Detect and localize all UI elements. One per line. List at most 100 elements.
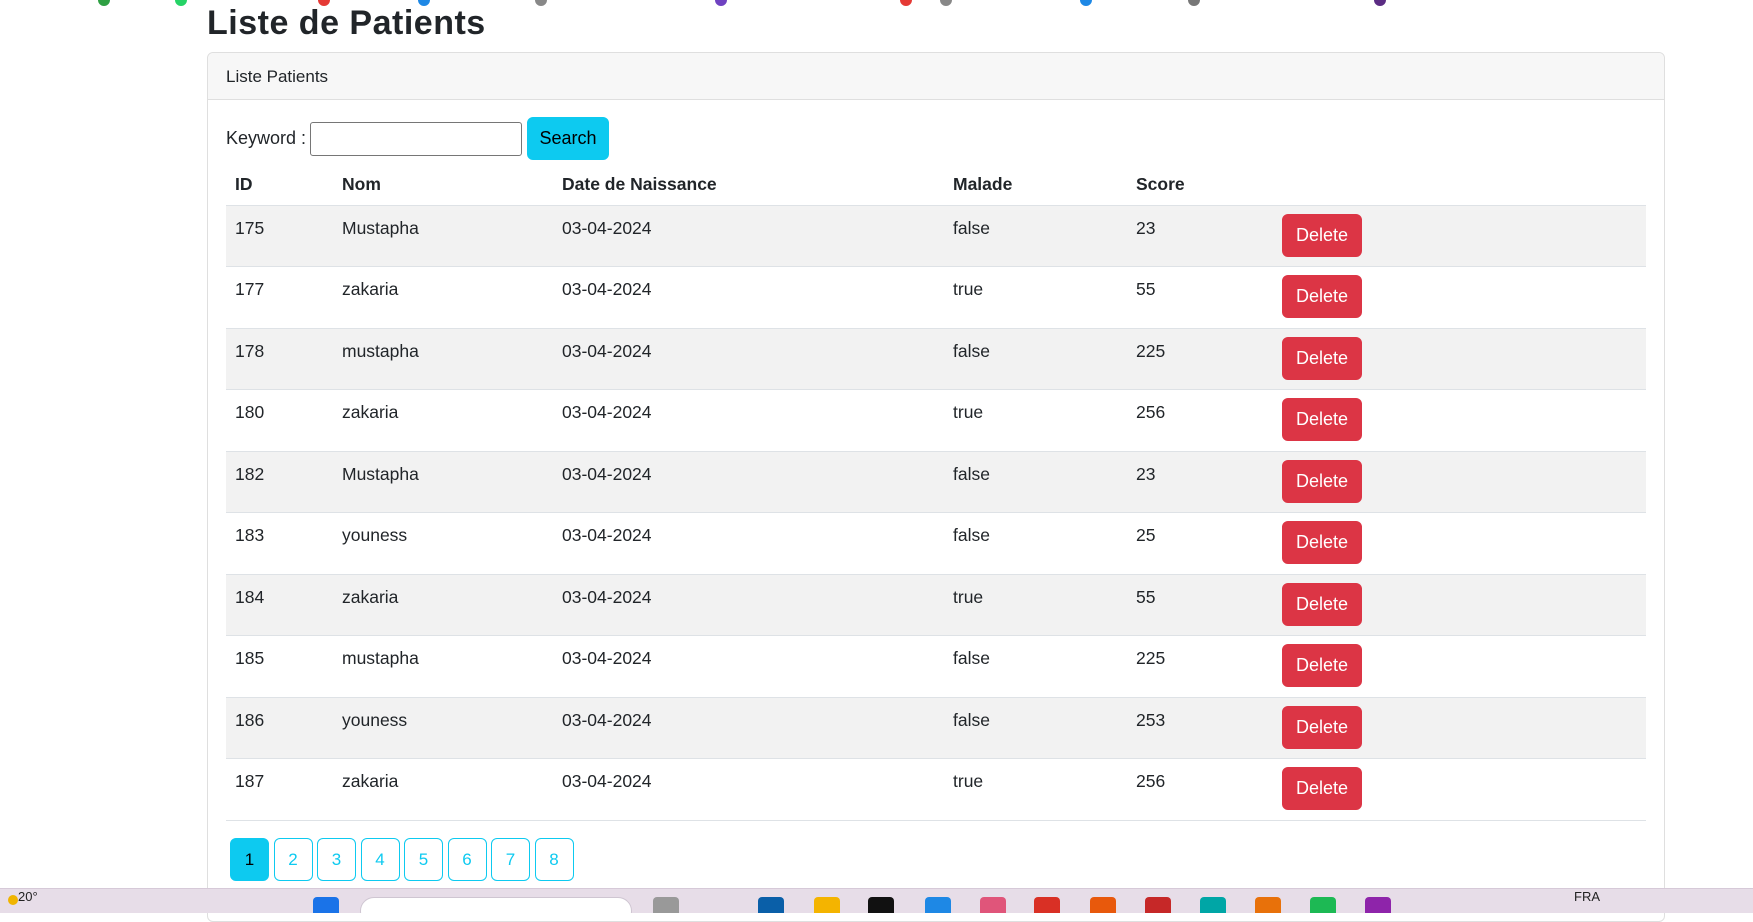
app-icon[interactable] bbox=[1365, 897, 1391, 913]
page-button-5[interactable]: 5 bbox=[404, 838, 443, 881]
table-row: 178 mustapha 03-04-2024 false 225 Delete bbox=[226, 328, 1646, 390]
cell-nom: zakaria bbox=[333, 389, 553, 452]
file-explorer-icon[interactable] bbox=[814, 897, 840, 913]
cell-score: 55 bbox=[1127, 574, 1273, 636]
cell-date-naissance: 03-04-2024 bbox=[553, 451, 944, 513]
delete-button[interactable]: Delete bbox=[1282, 644, 1362, 687]
delete-button[interactable]: Delete bbox=[1282, 767, 1362, 810]
app-icon[interactable] bbox=[1255, 897, 1281, 913]
cell-actions: Delete bbox=[1273, 758, 1646, 821]
cell-id: 182 bbox=[226, 451, 333, 513]
cell-id: 184 bbox=[226, 574, 333, 636]
search-form: Keyword : Search bbox=[226, 117, 610, 160]
cell-date-naissance: 03-04-2024 bbox=[553, 205, 944, 267]
page-button-1[interactable]: 1 bbox=[230, 838, 269, 881]
whatsapp-icon[interactable] bbox=[175, 0, 187, 6]
bookmark-icon[interactable] bbox=[1080, 0, 1092, 6]
cell-date-naissance: 03-04-2024 bbox=[553, 574, 944, 636]
cell-id: 185 bbox=[226, 635, 333, 698]
cell-nom: Mustapha bbox=[333, 205, 553, 267]
cell-malade: false bbox=[944, 451, 1127, 513]
table-row: 185 mustapha 03-04-2024 false 225 Delete bbox=[226, 635, 1646, 698]
cell-id: 177 bbox=[226, 266, 333, 329]
cell-date-naissance: 03-04-2024 bbox=[553, 635, 944, 698]
app-icon[interactable] bbox=[1145, 897, 1171, 913]
bookmark-icon[interactable] bbox=[98, 0, 110, 6]
edge-icon[interactable] bbox=[925, 897, 951, 913]
bookmark-icon[interactable] bbox=[715, 0, 727, 6]
cell-actions: Delete bbox=[1273, 389, 1646, 452]
taskbar-search-box[interactable] bbox=[360, 897, 632, 913]
cell-nom: zakaria bbox=[333, 574, 553, 636]
delete-button[interactable]: Delete bbox=[1282, 705, 1362, 749]
keyword-input[interactable] bbox=[310, 121, 523, 156]
cell-id: 178 bbox=[226, 328, 333, 390]
bookmark-icon[interactable] bbox=[1188, 0, 1200, 6]
cell-malade: false bbox=[944, 205, 1127, 267]
gmail-icon[interactable] bbox=[1034, 897, 1060, 913]
globe-icon[interactable] bbox=[940, 0, 952, 6]
app-icon[interactable] bbox=[1200, 897, 1226, 913]
table-row: 187 zakaria 03-04-2024 true 256 Delete bbox=[226, 758, 1646, 821]
page-button-8[interactable]: 8 bbox=[534, 838, 574, 881]
cell-score: 256 bbox=[1127, 389, 1273, 452]
page-button-3[interactable]: 3 bbox=[317, 838, 356, 881]
cell-date-naissance: 03-04-2024 bbox=[553, 512, 944, 575]
brave-icon[interactable] bbox=[1090, 897, 1116, 913]
page-title: Liste de Patients bbox=[207, 4, 486, 42]
cell-id: 187 bbox=[226, 758, 333, 821]
delete-button[interactable]: Delete bbox=[1282, 336, 1362, 380]
cell-score: 225 bbox=[1127, 328, 1273, 390]
windows-start-icon[interactable] bbox=[313, 897, 339, 913]
page-button-4[interactable]: 4 bbox=[360, 838, 400, 881]
cell-nom: zakaria bbox=[333, 266, 553, 329]
input-language[interactable]: FRA bbox=[1574, 889, 1600, 904]
table-row: 183 youness 03-04-2024 false 25 Delete bbox=[226, 512, 1646, 575]
globe-icon[interactable] bbox=[535, 0, 547, 6]
patients-card: Liste Patients Keyword : Search ID Nom D… bbox=[207, 52, 1665, 922]
keyword-label: Keyword : bbox=[226, 128, 307, 148]
cell-nom: youness bbox=[333, 512, 553, 575]
cell-malade: false bbox=[944, 512, 1127, 575]
pagination: 12345678 bbox=[230, 838, 578, 881]
delete-button[interactable]: Delete bbox=[1282, 275, 1362, 318]
cell-actions: Delete bbox=[1273, 574, 1646, 636]
cell-date-naissance: 03-04-2024 bbox=[553, 266, 944, 329]
store-icon[interactable] bbox=[758, 897, 784, 913]
page-button-7[interactable]: 7 bbox=[491, 838, 530, 881]
column-header-malade: Malade bbox=[944, 165, 1127, 206]
app-icon[interactable] bbox=[980, 897, 1006, 913]
cell-nom: mustapha bbox=[333, 328, 553, 390]
cell-score: 225 bbox=[1127, 635, 1273, 698]
patients-table: ID Nom Date de Naissance Malade Score 17… bbox=[226, 165, 1646, 821]
cell-actions: Delete bbox=[1273, 635, 1646, 698]
table-row: 177 zakaria 03-04-2024 true 55 Delete bbox=[226, 266, 1646, 329]
bookmark-icon[interactable] bbox=[1374, 0, 1386, 6]
column-header-id: ID bbox=[226, 165, 333, 206]
spotify-icon[interactable] bbox=[1310, 897, 1336, 913]
page-button-6[interactable]: 6 bbox=[447, 838, 487, 881]
youtube-icon[interactable] bbox=[900, 0, 912, 6]
taskbar: 20° FRA bbox=[0, 888, 1753, 913]
cell-malade: true bbox=[944, 574, 1127, 636]
delete-button[interactable]: Delete bbox=[1282, 582, 1362, 626]
delete-button[interactable]: Delete bbox=[1282, 213, 1362, 257]
delete-button[interactable]: Delete bbox=[1282, 459, 1362, 503]
cell-nom: youness bbox=[333, 697, 553, 759]
task-view-icon[interactable] bbox=[653, 897, 679, 913]
cell-id: 186 bbox=[226, 697, 333, 759]
table-row: 184 zakaria 03-04-2024 true 55 Delete bbox=[226, 574, 1646, 636]
delete-button[interactable]: Delete bbox=[1282, 398, 1362, 441]
cell-nom: Mustapha bbox=[333, 451, 553, 513]
delete-button[interactable]: Delete bbox=[1282, 521, 1362, 564]
column-header-nom: Nom bbox=[333, 165, 553, 206]
cell-malade: false bbox=[944, 635, 1127, 698]
search-button[interactable]: Search bbox=[527, 117, 610, 160]
page-button-2[interactable]: 2 bbox=[273, 838, 313, 881]
cell-malade: true bbox=[944, 266, 1127, 329]
netflix-icon[interactable] bbox=[868, 897, 894, 913]
cell-actions: Delete bbox=[1273, 451, 1646, 513]
table-row: 186 youness 03-04-2024 false 253 Delete bbox=[226, 697, 1646, 759]
cell-malade: false bbox=[944, 328, 1127, 390]
weather-temperature[interactable]: 20° bbox=[18, 889, 38, 904]
